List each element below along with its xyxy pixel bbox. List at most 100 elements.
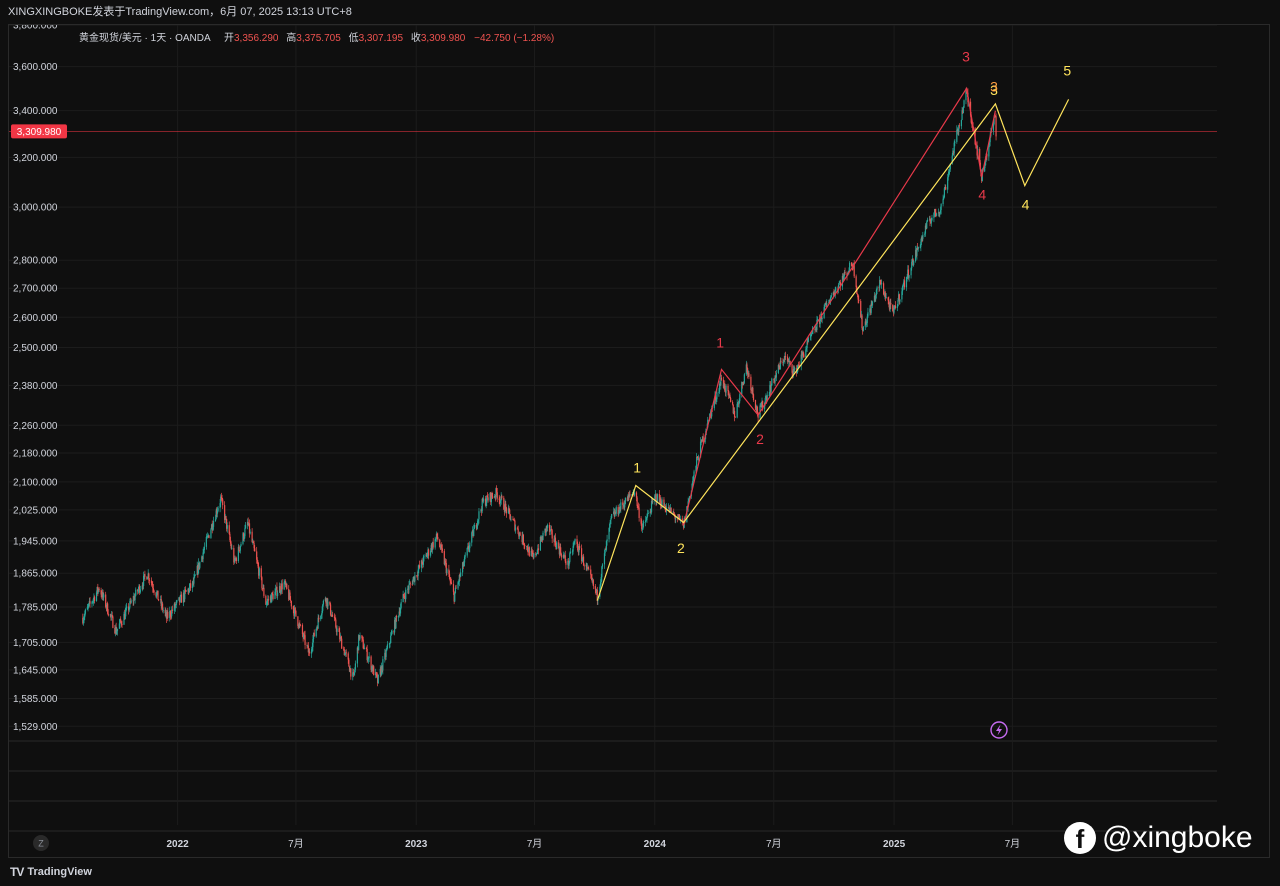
candle-body: [963, 100, 965, 108]
candle-body: [400, 602, 402, 608]
tradingview-logo[interactable]: TV TradingView: [10, 864, 92, 880]
candle-body: [519, 532, 521, 536]
candle-body: [556, 542, 558, 549]
candle-body: [408, 584, 410, 590]
candle-body: [743, 374, 745, 383]
candle-body: [455, 587, 457, 589]
candle-body: [894, 305, 896, 308]
y-tick-label: 2,025.000: [13, 505, 58, 516]
candle-body: [469, 542, 471, 549]
candle-body: [348, 659, 350, 667]
candle-body: [487, 497, 489, 501]
candle-body: [354, 663, 357, 670]
x-tick-label: 2024: [644, 839, 667, 850]
wave-label: 1: [633, 460, 641, 476]
y-tick-label: 2,500.000: [13, 343, 58, 354]
candle-body: [144, 574, 146, 577]
candle-body: [592, 580, 594, 587]
candle-body: [464, 555, 466, 557]
candle-body: [780, 361, 782, 363]
candle-body: [222, 499, 224, 506]
publisher-header: XINGXINGBOKE发表于TradingView.com，6月 07, 20…: [0, 0, 1280, 24]
candle-body: [437, 536, 439, 540]
candle-body: [240, 543, 242, 547]
candle-body: [926, 221, 928, 229]
x-tick-label: 7月: [766, 838, 782, 850]
wave-label: 4: [978, 186, 986, 202]
candle-body: [606, 539, 608, 542]
candle-body: [441, 548, 443, 552]
x-tick-label: 2025: [883, 839, 906, 850]
candle-body: [414, 575, 416, 582]
price-axis: 3,800.000 3,600.000 3,400.000 3,200.000 3,00…: [11, 25, 67, 733]
tradingview-icon: TV: [10, 865, 24, 879]
y-tick-label: 3,200.000: [13, 153, 58, 164]
candle-body: [693, 471, 695, 477]
candle-body: [299, 624, 302, 626]
candle-body: [139, 589, 141, 593]
candle-body: [579, 545, 581, 549]
candle-body: [583, 565, 585, 567]
candle-body: [84, 609, 87, 614]
candle-body: [775, 372, 777, 378]
candle-body: [730, 397, 732, 402]
candle-body: [911, 261, 913, 269]
candle-body: [277, 592, 279, 597]
candle-body: [327, 601, 329, 607]
y-tick-label: 1,705.000: [13, 638, 58, 649]
elliott-wave-labels: 1234512343: [633, 48, 1071, 556]
candle-body: [158, 599, 160, 601]
footer-bar: TV TradingView: [0, 858, 1280, 886]
candle-body: [935, 213, 938, 216]
candle-body: [565, 561, 567, 565]
candle-body: [418, 565, 421, 568]
candle-body: [750, 376, 752, 391]
candle-body: [643, 522, 645, 524]
candle-body: [537, 548, 540, 551]
candle-body: [290, 601, 292, 607]
candle-body: [336, 628, 338, 632]
candle-body: [611, 514, 613, 518]
candle-body: [180, 594, 183, 603]
candle-body: [560, 553, 562, 558]
candle-body: [770, 385, 772, 392]
candle-body: [471, 532, 473, 543]
candle-body: [633, 492, 636, 496]
candle-body: [505, 507, 508, 514]
candle-body: [385, 650, 387, 657]
candle-body: [771, 378, 773, 386]
candle-body: [528, 547, 530, 556]
symbol-legend: 黄金现货/美元 · 1天 · OANDA 开3,356.290 高3,375.7…: [79, 31, 554, 44]
candle-body: [835, 288, 837, 290]
price-chart[interactable]: 1234512343 3,800.0003,600.0003,400.0003,…: [9, 25, 1269, 857]
candle-body: [345, 652, 347, 654]
candle-body: [675, 518, 677, 520]
candle-body: [105, 594, 107, 607]
candle-body: [731, 401, 734, 405]
candle-body: [901, 285, 904, 292]
lightning-bolt-icon[interactable]: [990, 721, 1008, 739]
chart-frame[interactable]: 1234512343 3,800.000 3,600.000 3,400.000 3,…: [8, 24, 1270, 858]
time-axis: 2022 7月 2023 7月 2024 7月 2025 7月: [166, 838, 1020, 850]
legend-high-value: 3,375.705: [296, 33, 341, 44]
candle-body: [734, 417, 736, 418]
candle-body: [171, 609, 173, 611]
candle-body: [496, 492, 498, 499]
candle-body: [239, 546, 241, 551]
candle-body: [542, 532, 544, 541]
timezone-badge[interactable]: Z: [33, 835, 49, 851]
candle-body: [858, 299, 860, 302]
wave-label: 3: [990, 79, 998, 95]
y-tick-label: 2,380.000: [13, 381, 58, 392]
candle-body: [148, 580, 151, 581]
tradingview-brand: TradingView: [27, 866, 92, 878]
candle-body: [450, 582, 453, 585]
candle-body: [235, 558, 238, 562]
candle-body: [217, 508, 219, 511]
candle-body: [748, 373, 750, 377]
candle-body: [917, 246, 919, 250]
y-tick-label: 3,600.000: [13, 62, 58, 73]
candle-body: [297, 616, 299, 627]
candle-body: [624, 497, 626, 504]
wave-label: 2: [756, 431, 764, 447]
